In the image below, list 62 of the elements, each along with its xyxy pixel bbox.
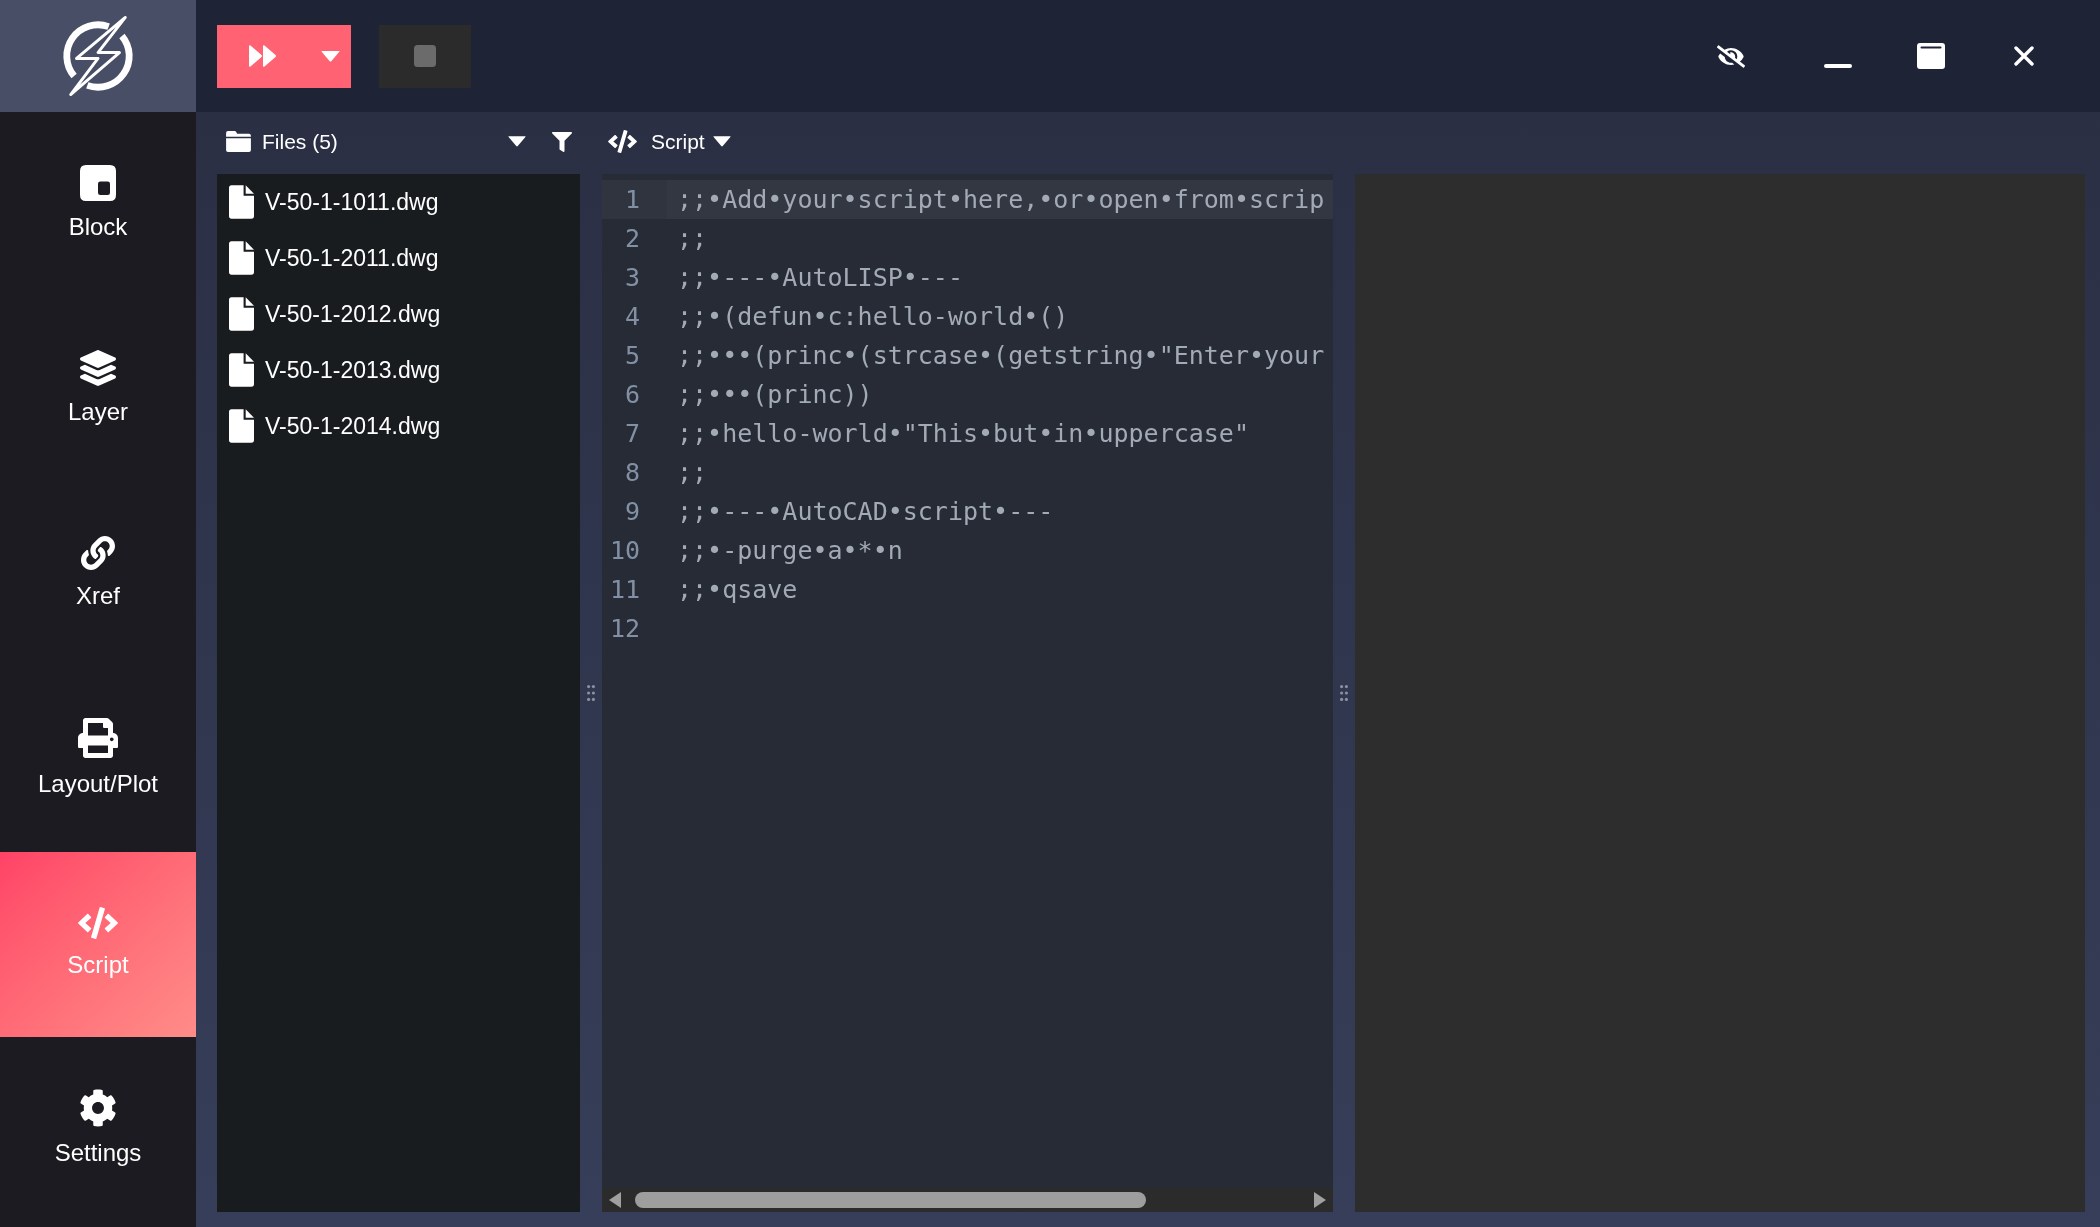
line-number: 5 [623,340,640,372]
printer-icon [78,717,118,758]
drag-handle-icon[interactable] [1340,685,1348,701]
block-icon [80,164,116,201]
code-line: ;;•-purge•a•*•n [677,535,903,567]
code-line: ;;•qsave [677,574,798,606]
file-item[interactable]: V-50-1-2013.dwg [217,342,441,398]
caret-down-icon [321,50,340,62]
file-icon [229,353,254,387]
file-item[interactable]: V-50-1-2014.dwg [217,398,441,454]
line-number: 11 [608,574,640,606]
code-line: ;;•---•AutoLISP•--- [677,262,963,294]
line-number: 1 [602,180,667,219]
line-number: 9 [623,496,640,528]
link-icon [81,535,115,570]
close-icon [2014,46,2034,66]
drag-handle-icon[interactable] [587,685,595,701]
file-icon [229,185,254,219]
stop-square-icon [414,45,436,67]
sidebar-tab[interactable]: Layout/Plot [0,667,196,852]
file-item[interactable]: V-50-1-1011.dwg [217,174,439,230]
line-number: 12 [608,613,640,645]
file-icon [229,297,254,331]
file-item[interactable]: V-50-1-2011.dwg [217,230,439,286]
settings-icon [79,1088,117,1127]
line-number: 3 [623,262,640,294]
line-number: 6 [623,379,640,411]
line-number: 7 [623,418,640,450]
code-icon [78,906,118,939]
filter-icon [552,131,572,152]
script-dropdown[interactable]: Script [651,124,731,159]
code-line: ;;•(defun•c:hello-world•() [677,301,1069,333]
caret-down-icon [712,136,731,147]
line-number: 10 [608,535,640,567]
sidebar-tab[interactable]: Xref [0,482,196,667]
line-number: 4 [623,301,640,333]
code-line: ;;•hello-world•"This•but•in•uppercase" [677,418,1249,450]
scroll-left-icon[interactable] [609,1192,621,1208]
code-icon [608,130,637,153]
sidebar-tab[interactable]: Layer [0,297,196,482]
scroll-right-icon[interactable] [1314,1192,1326,1208]
layers-icon [80,349,116,386]
folder-icon [226,131,251,152]
maximize-icon [1917,43,1945,69]
sidebar-tab[interactable]: Block [0,112,196,297]
file-icon [229,409,254,443]
file-icon [229,241,254,275]
sidebar-tab[interactable]: Settings [0,1037,196,1222]
panel-title: Files (5) [262,128,338,155]
scrollbar-thumb[interactable] [635,1192,1146,1208]
minimize-icon [1824,64,1852,68]
caret-down-icon [508,136,526,147]
eye-slash-icon [1717,44,1745,68]
code-line: ;;•••(princ)) [677,379,873,411]
file-item[interactable]: V-50-1-2012.dwg [217,286,441,342]
code-line: ;; [677,457,708,489]
line-number: 2 [623,223,640,255]
code-line: ;; [677,223,708,255]
code-line: ;;•---•AutoCAD•script•--- [677,496,1054,528]
code-line: ;;•••(princ•(strcase•(getstring•"Enter•your [677,340,1325,372]
fast-forward-icon [249,45,277,67]
line-number: 8 [623,457,640,489]
